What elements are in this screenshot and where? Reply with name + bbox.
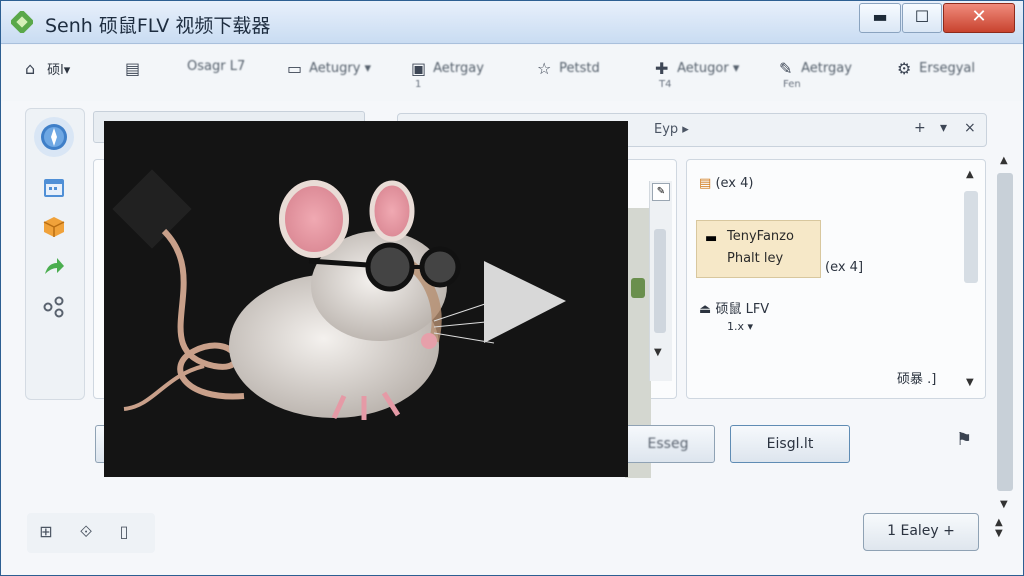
right-button-label: Eisgl.lt [766, 436, 814, 452]
layout-icon[interactable]: ⊞ [35, 521, 57, 543]
toolbar-item-2[interactable]: Osagr L7 [187, 59, 245, 93]
scroll-down-icon[interactable]: ▼ [966, 377, 974, 388]
screen-icon: ▭ [287, 59, 303, 78]
left-panel-scrollbar[interactable]: ✎ ▼ [649, 181, 672, 381]
pin-icon[interactable]: ⚑ [956, 429, 972, 450]
close-icon: ✕ [971, 6, 987, 27]
toolbar-item-6-label: Aetugor ▾ [677, 61, 740, 76]
list-item[interactable]: ⏏ 硕鼠 LFV [699, 298, 769, 317]
sidebar-item-forward[interactable] [38, 251, 70, 283]
package-icon [43, 217, 65, 237]
window-title: Senh 硕鼠FLV 视频下载器 [45, 15, 271, 37]
edit-icon[interactable]: ✎ [652, 183, 670, 201]
middle-button-label: Esseg [647, 436, 689, 452]
toolbar-item-6-sub: T4 [659, 79, 672, 90]
video-preview[interactable] [104, 121, 628, 477]
sidebar-item-share[interactable] [38, 291, 70, 323]
toolbar-home-menu[interactable]: ⌂ 硕l▾ [25, 59, 70, 93]
home-icon: ⌂ [25, 59, 36, 78]
bottom-toolbar: ⊞ ⟐ ▯ [27, 513, 155, 553]
tag-icon[interactable]: ⟐ [75, 521, 97, 543]
list-item-subtitle[interactable]: 1.x ▾ [727, 320, 753, 333]
add-icon[interactable]: + [914, 120, 926, 136]
selected-item-subtitle: Phalt ley [727, 251, 784, 266]
column-icon[interactable]: ▯ [113, 521, 135, 543]
toolbar-item-3[interactable]: ▭ Aetugry ▾ [287, 59, 371, 93]
maximize-icon: ☐ [914, 7, 930, 26]
toolbar-item-8[interactable]: ⚙ Ersegyal [897, 59, 975, 93]
folder-icon: ▤ [125, 59, 141, 78]
toolbar-item-3-label: Aetugry ▾ [309, 61, 372, 76]
toolbar-item-6[interactable]: ✚ Aetugor ▾ T4 [655, 59, 739, 93]
toolbar-item-4-label: Aetrgay [433, 61, 484, 76]
main-scroll-thumb[interactable] [997, 173, 1013, 491]
right-action-button[interactable]: Eisgl.lt [730, 425, 850, 463]
share-icon [43, 296, 64, 318]
app-logo-icon [11, 11, 33, 33]
close-button[interactable]: ✕ [943, 3, 1015, 33]
scroll-down-icon[interactable]: ▼ [654, 347, 662, 358]
arrow-icon [45, 258, 64, 274]
primary-button-label: 1 Ealey + [887, 523, 955, 539]
list-item-label: (ex 4) [715, 176, 754, 191]
sidebar-item-calendar[interactable] [38, 171, 70, 203]
sidebar-item-compass[interactable] [34, 117, 74, 157]
right-panel-scrollbar[interactable]: ▲ ▼ [961, 165, 981, 391]
main-scrollbar[interactable]: ▲ ▼ [993, 151, 1017, 561]
maximize-button[interactable]: ☐ [902, 3, 942, 33]
search-placeholder: Eyp ▸ [654, 122, 689, 137]
left-scroll-thumb[interactable] [654, 229, 666, 333]
scroll-down-icon[interactable]: ▼ [1000, 499, 1008, 510]
list-item[interactable]: ▤ (ex 4) [699, 176, 753, 191]
clear-icon[interactable]: × [964, 120, 976, 136]
toolbar-item-5[interactable]: ☆ Petstd [537, 59, 600, 93]
selected-item-count: (ex 4] [825, 260, 864, 275]
calendar-icon [44, 179, 64, 197]
toolbar-item-5-label: Petstd [559, 61, 600, 76]
primary-button[interactable]: 1 Ealey + [863, 513, 979, 551]
toolbar-item-4[interactable]: ▣ Aetrgay 1 [411, 59, 484, 93]
toolbar-home-label: 硕l▾ [47, 63, 71, 78]
file-icon: ▬ [705, 231, 718, 246]
document-icon: ▤ [699, 176, 712, 191]
minimize-icon: ▬ [872, 7, 888, 26]
right-panel-footer: 硕暴 .] [897, 372, 937, 387]
toolbar-open-folder[interactable]: ▤ [125, 59, 143, 93]
sidebar [25, 108, 85, 400]
toolbar-item-7-label: Aetrgay [801, 61, 852, 76]
title-bar: Senh 硕鼠FLV 视频下载器 ▬ ☐ ✕ [1, 1, 1023, 44]
app-window: Senh 硕鼠FLV 视频下载器 ▬ ☐ ✕ ⌂ 硕l▾ ▤ Osagr L7 … [0, 0, 1024, 576]
pin-icon: ✎ [779, 59, 793, 78]
plus-icon: ✚ [655, 59, 669, 78]
calendar-icon: ▣ [411, 59, 427, 78]
scroll-up-icon[interactable]: ▲ [966, 169, 974, 180]
toolbar-item-2-label: Osagr L7 [187, 59, 246, 74]
gear-icon: ⚙ [897, 59, 912, 78]
dropdown-icon[interactable]: ▾ [940, 120, 947, 136]
toolbar-item-8-label: Ersegyal [919, 61, 975, 76]
middle-action-button[interactable]: Esseg [621, 425, 715, 463]
compass-icon [41, 124, 67, 150]
right-panel: ▤ (ex 4) ▬ TenyFanzo Phalt ley (ex 4] ⏏ … [686, 159, 986, 399]
video-thumbnail [104, 121, 628, 477]
selected-item-title: TenyFanzo [727, 229, 794, 244]
scroll-up-icon[interactable]: ▲ [1000, 155, 1008, 166]
star-icon: ☆ [537, 59, 552, 78]
eject-icon: ⏏ [699, 302, 712, 317]
toolbar-item-7[interactable]: ✎ Aetrgay Fen [779, 59, 852, 93]
list-item-label: 硕鼠 LFV [715, 302, 770, 317]
toolbar-item-7-sub: Fen [783, 79, 801, 90]
right-scroll-thumb[interactable] [964, 191, 978, 283]
toolbar-item-4-sub: 1 [415, 79, 422, 90]
toolbar: ⌂ 硕l▾ ▤ Osagr L7 ▭ Aetugry ▾ ▣ Aetrgay 1… [1, 45, 1023, 101]
selected-list-item[interactable]: ▬ TenyFanzo Phalt ley [696, 220, 821, 278]
minimize-button[interactable]: ▬ [859, 3, 901, 33]
spinner-arrows[interactable]: ▲ ▼ [995, 517, 1003, 539]
sidebar-item-package[interactable] [38, 211, 70, 243]
